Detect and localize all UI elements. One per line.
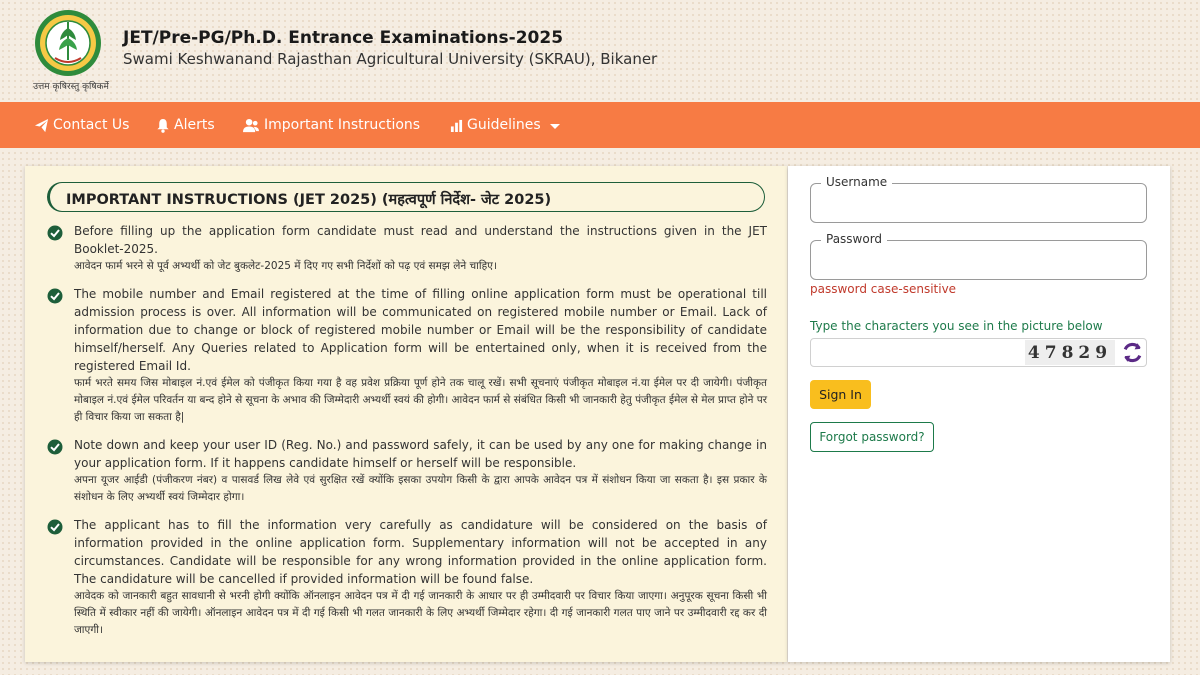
site-subtitle: Swami Keshwanand Rajasthan Agricultural …	[123, 50, 658, 68]
password-label: Password	[821, 232, 888, 246]
university-seal-icon	[35, 10, 101, 76]
captcha-text: 47829	[1027, 342, 1113, 363]
instruction-text-en: The mobile number and Email registered a…	[74, 287, 767, 373]
nav-contact-us-label: Contact Us	[53, 117, 130, 133]
username-fieldset: Username	[810, 175, 1147, 223]
instruction-text-hi: अपना यूजर आईडी (पंजीकरण नंबर) व पासवर्ड …	[74, 474, 767, 503]
instruction-text-en: The applicant has to fill the informatio…	[74, 518, 767, 586]
instructions-heading-box: IMPORTANT INSTRUCTIONS (JET 2025) (महत्व…	[47, 182, 765, 212]
username-label: Username	[821, 175, 893, 189]
nav-important-instructions[interactable]: Important Instructions	[242, 102, 420, 148]
captcha-image: 47829	[1025, 340, 1115, 365]
instruction-item: Note down and keep your user ID (Reg. No…	[47, 436, 767, 506]
site-title: JET/Pre-PG/Ph.D. Entrance Examinations-2…	[123, 28, 564, 48]
password-fieldset: Password	[810, 232, 1147, 280]
instruction-text-hi: आवेदन फार्म भरने से पूर्व अभ्यर्थी को जे…	[74, 260, 497, 272]
check-circle-icon	[47, 439, 63, 455]
nav-guidelines-dropdown[interactable]: Guidelines	[450, 102, 560, 148]
instruction-item: Before filling up the application form c…	[47, 222, 767, 275]
check-circle-icon	[47, 519, 63, 535]
users-icon	[243, 118, 259, 132]
main-navbar: Contact Us Alerts Important Instructions…	[0, 102, 1200, 148]
login-panel: Username Password password case-sensitiv…	[788, 166, 1170, 662]
nav-important-instructions-label: Important Instructions	[264, 117, 421, 133]
instructions-panel: IMPORTANT INSTRUCTIONS (JET 2025) (महत्व…	[25, 166, 787, 662]
instruction-text-en: Before filling up the application form c…	[74, 224, 767, 256]
logo-motto: उत्तम कृषिरस्तु कृषिकर्मे	[33, 82, 109, 92]
refresh-captcha-icon[interactable]	[1120, 340, 1145, 365]
captcha-label: Type the characters you see in the pictu…	[810, 319, 1103, 333]
instructions-list: Before filling up the application form c…	[47, 222, 767, 649]
sign-in-button[interactable]: Sign In	[810, 380, 871, 409]
instruction-text-en: Note down and keep your user ID (Reg. No…	[74, 438, 767, 470]
nav-alerts[interactable]: Alerts	[156, 102, 215, 148]
check-circle-icon	[47, 225, 63, 241]
bar-chart-icon	[450, 119, 463, 132]
instruction-text-hi: आवेदक को जानकारी बहुत सावधानी से भरनी हो…	[74, 590, 767, 636]
forgot-password-button[interactable]: Forgot password?	[810, 422, 934, 452]
captcha-row: 47829	[810, 338, 1147, 367]
site-header: उत्तम कृषिरस्तु कृषिकर्मे JET/Pre-PG/Ph.…	[0, 0, 1200, 102]
username-input[interactable]	[821, 194, 1135, 218]
password-case-note: password case-sensitive	[810, 282, 957, 296]
nav-contact-us[interactable]: Contact Us	[34, 102, 129, 148]
password-input[interactable]	[821, 251, 1135, 275]
chevron-down-icon	[549, 123, 560, 129]
instruction-text-hi: फार्म भरते समय जिस मोबाइल नं.एवं ईमेल को…	[74, 377, 767, 423]
university-logo[interactable]: उत्तम कृषिरस्तु कृषिकर्मे	[30, 8, 109, 92]
check-circle-icon	[47, 288, 63, 304]
instructions-heading: IMPORTANT INSTRUCTIONS (JET 2025) (महत्व…	[66, 192, 552, 208]
bell-icon	[157, 118, 169, 133]
instruction-item: The applicant has to fill the informatio…	[47, 516, 767, 639]
paper-plane-icon	[34, 118, 49, 132]
nav-alerts-label: Alerts	[174, 117, 215, 133]
instruction-item: The mobile number and Email registered a…	[47, 285, 767, 426]
nav-guidelines-label: Guidelines	[467, 117, 541, 133]
captcha-input[interactable]	[817, 343, 1021, 365]
